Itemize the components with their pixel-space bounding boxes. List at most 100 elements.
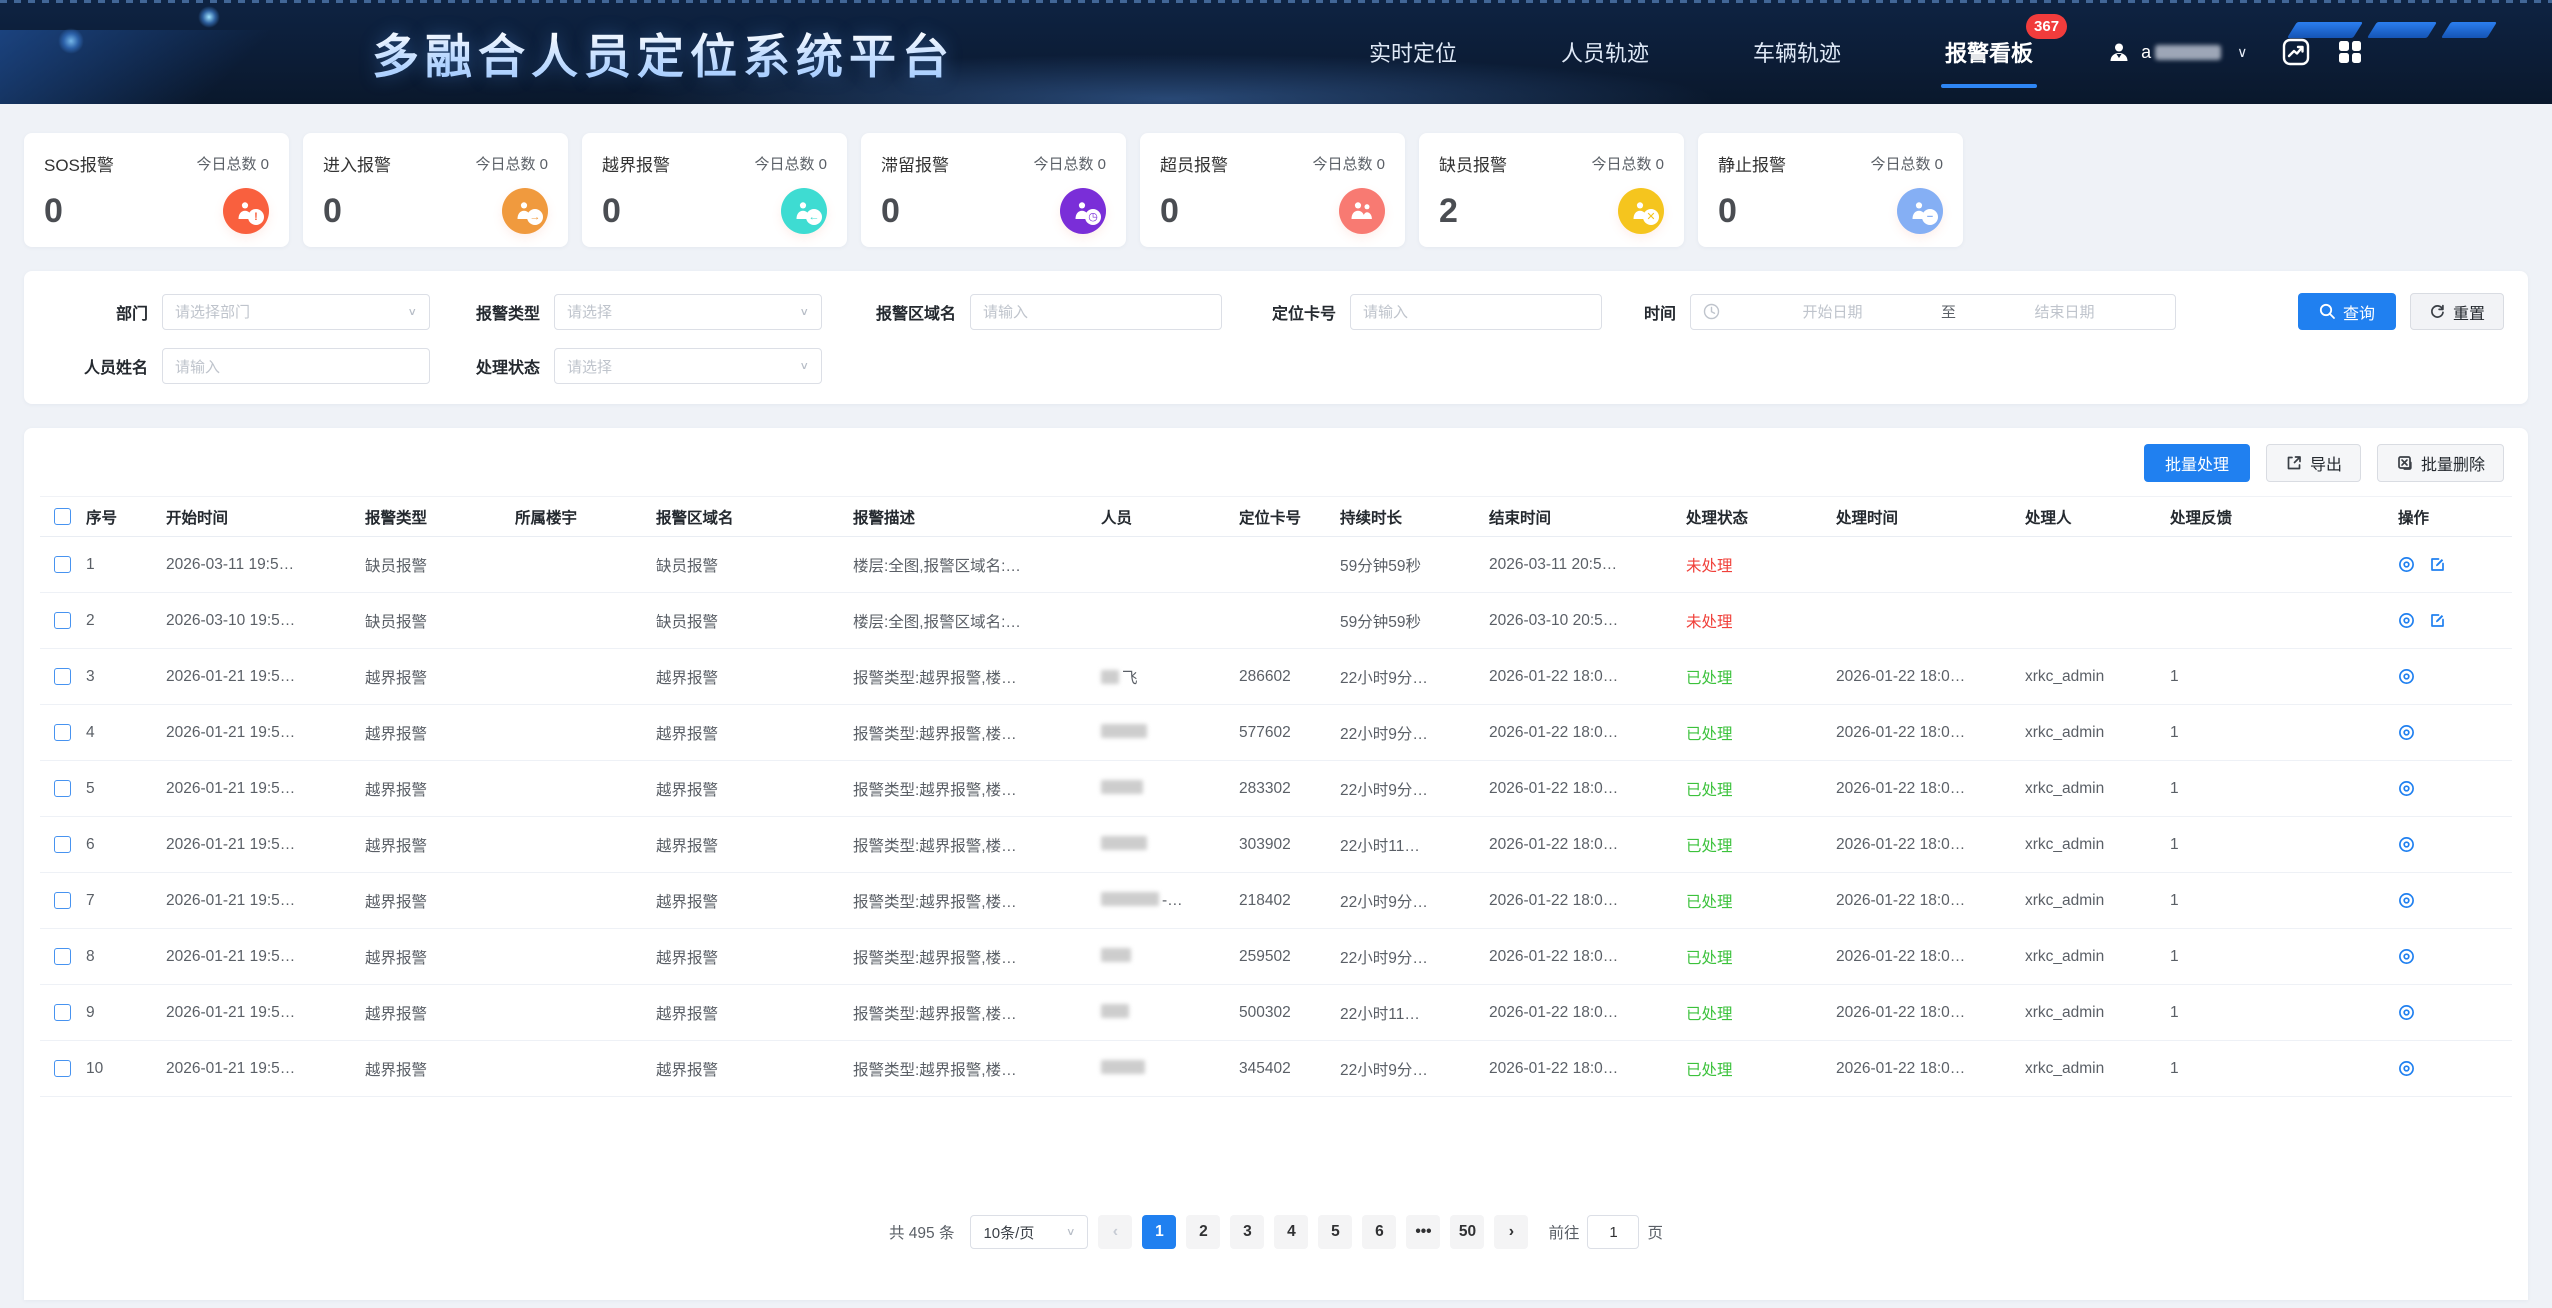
cell-building [509, 649, 650, 705]
stat-card-top: 静止报警今日总数 0 [1718, 151, 1943, 176]
goto-page-input[interactable]: 1 [1587, 1215, 1639, 1249]
cell-status: 已处理 [1680, 929, 1830, 985]
cell-start: 2026-03-11 19:5… [160, 537, 359, 593]
row-checkbox[interactable] [54, 948, 71, 965]
view-icon[interactable] [2398, 556, 2415, 573]
row-checkbox[interactable] [54, 892, 71, 909]
stat-card-today-total: 今日总数 0 [754, 153, 827, 174]
refresh-icon [2429, 303, 2446, 320]
next-page-button[interactable]: › [1494, 1215, 1528, 1249]
batch-delete-icon [2396, 454, 2414, 472]
stat-card-top: 超员报警今日总数 0 [1160, 151, 1385, 176]
view-icon[interactable] [2398, 668, 2415, 685]
row-checkbox[interactable] [54, 836, 71, 853]
cell-building [509, 761, 650, 817]
person-name-input[interactable]: 请输入 [162, 348, 430, 384]
alarm-type-select[interactable]: 请选择∨ [554, 294, 822, 330]
table-row: 32026-01-21 19:5…越界报警越界报警报警类型:越界报警,楼…飞28… [40, 649, 2512, 705]
nav-item-车辆轨迹[interactable]: 车辆轨迹 [1749, 0, 1845, 104]
page-button-6[interactable]: 6 [1362, 1215, 1396, 1249]
nav-item-实时定位[interactable]: 实时定位 [1365, 0, 1461, 104]
stat-card-value: 0 [1718, 194, 1737, 228]
column-header-报警区域名: 报警区域名 [650, 497, 847, 537]
page-button-2[interactable]: 2 [1186, 1215, 1220, 1249]
cell-ops [2392, 1041, 2512, 1097]
end-date-input[interactable]: 结束日期 [1966, 301, 2163, 322]
nav-item-label: 实时定位 [1369, 41, 1457, 66]
nav-item-报警看板[interactable]: 报警看板367 [1941, 0, 2037, 104]
cell-card [1233, 537, 1334, 593]
cell-person [1095, 985, 1233, 1041]
row-checkbox[interactable] [54, 1004, 71, 1021]
cell-no: 5 [80, 761, 160, 817]
select-all-checkbox[interactable] [54, 508, 71, 525]
view-icon[interactable] [2398, 780, 2415, 797]
cell-start: 2026-01-21 19:5… [160, 817, 359, 873]
username-masked [2155, 45, 2221, 60]
status-badge: 已处理 [1686, 782, 1733, 799]
view-icon[interactable] [2398, 724, 2415, 741]
view-icon[interactable] [2398, 892, 2415, 909]
batch-handle-button[interactable]: 批量处理 [2144, 444, 2250, 482]
row-checkbox[interactable] [54, 1060, 71, 1077]
stat-card-bottom: 0 [1160, 188, 1385, 234]
cell-building [509, 705, 650, 761]
apps-grid-icon[interactable] [2335, 37, 2365, 67]
view-icon[interactable] [2398, 948, 2415, 965]
edit-icon[interactable] [2429, 556, 2446, 573]
cell-area: 缺员报警 [650, 593, 847, 649]
search-icon [2319, 303, 2336, 320]
cell-status: 已处理 [1680, 649, 1830, 705]
column-header-处理时间: 处理时间 [1830, 497, 2019, 537]
cell-desc: 报警类型:越界报警,楼… [847, 929, 1095, 985]
view-icon[interactable] [2398, 1060, 2415, 1077]
cell-no: 2 [80, 593, 160, 649]
edit-icon[interactable] [2429, 612, 2446, 629]
page-button-4[interactable]: 4 [1274, 1215, 1308, 1249]
start-date-input[interactable]: 开始日期 [1734, 301, 1931, 322]
handle-status-select[interactable]: 请选择∨ [554, 348, 822, 384]
cell-no: 1 [80, 537, 160, 593]
row-checkbox[interactable] [54, 724, 71, 741]
export-button[interactable]: 导出 [2266, 444, 2361, 482]
cell-no: 7 [80, 873, 160, 929]
search-button[interactable]: 查询 [2298, 293, 2396, 330]
column-header-报警描述: 报警描述 [847, 497, 1095, 537]
view-icon[interactable] [2398, 1004, 2415, 1021]
stat-card-value: 0 [44, 194, 63, 228]
column-header-持续时长: 持续时长 [1334, 497, 1483, 537]
page-button-3[interactable]: 3 [1230, 1215, 1264, 1249]
row-checkbox[interactable] [54, 668, 71, 685]
view-icon[interactable] [2398, 612, 2415, 629]
prev-page-button[interactable]: ‹ [1098, 1215, 1132, 1249]
row-checkbox-cell [40, 1041, 80, 1097]
user-menu[interactable]: a ∨ [2107, 40, 2247, 64]
cell-desc: 报警类型:越界报警,楼… [847, 873, 1095, 929]
date-range-separator: 至 [1931, 301, 1966, 322]
row-checkbox[interactable] [54, 780, 71, 797]
dashboard-trend-icon[interactable] [2281, 37, 2311, 67]
page-button-50[interactable]: 50 [1450, 1215, 1484, 1249]
cell-duration: 22小时9分… [1334, 929, 1483, 985]
cell-building [509, 929, 650, 985]
reset-button[interactable]: 重置 [2410, 293, 2504, 330]
batch-delete-button[interactable]: 批量删除 [2377, 444, 2504, 482]
page-size-select[interactable]: 10条/页 ∨ [970, 1215, 1088, 1249]
row-checkbox[interactable] [54, 612, 71, 629]
person-stay-icon: ◷ [1060, 188, 1106, 234]
nav-item-人员轨迹[interactable]: 人员轨迹 [1557, 0, 1653, 104]
cell-feedback [2164, 537, 2392, 593]
card-no-input[interactable]: 请输入 [1350, 294, 1602, 330]
more-pages-button[interactable]: ••• [1406, 1215, 1440, 1249]
row-checkbox[interactable] [54, 556, 71, 573]
date-range-picker[interactable]: 开始日期 至 结束日期 [1690, 294, 2176, 330]
view-icon[interactable] [2398, 836, 2415, 853]
department-select[interactable]: 请选择部门∨ [162, 294, 430, 330]
cell-status: 已处理 [1680, 985, 1830, 1041]
cell-ops [2392, 817, 2512, 873]
column-header-处理人: 处理人 [2019, 497, 2164, 537]
area-name-input[interactable]: 请输入 [970, 294, 1222, 330]
page-button-5[interactable]: 5 [1318, 1215, 1352, 1249]
cell-feedback: 1 [2164, 1041, 2392, 1097]
page-button-1[interactable]: 1 [1142, 1215, 1176, 1249]
